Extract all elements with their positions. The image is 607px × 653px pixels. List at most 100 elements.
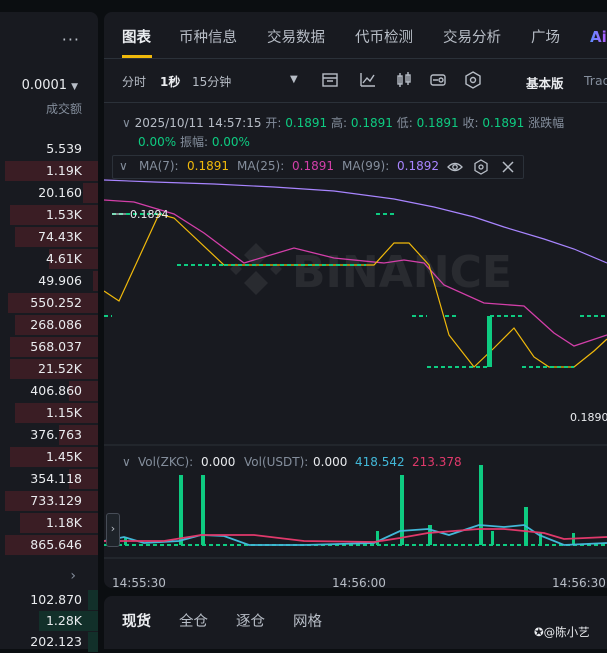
orderbook-row[interactable]: 202.123 [0, 631, 98, 653]
orderbook-amount: 4.61K [45, 251, 82, 266]
orderbook-row[interactable]: 74.43K [0, 226, 98, 248]
xaxis-label: 14:56:00 [332, 576, 386, 588]
tab-isolated[interactable]: 逐仓 [236, 610, 265, 631]
orderbook-amount: 1.15K [45, 405, 82, 420]
orderbook-row[interactable]: 4.61K [0, 248, 98, 270]
depth-bar [88, 590, 98, 610]
orderbook-row[interactable]: 268.086 [0, 314, 98, 336]
tab-spot[interactable]: 现货 [122, 610, 151, 631]
change-label: 涨跌幅 [528, 116, 565, 130]
orderbook-amount: 406.860 [30, 383, 82, 398]
orderbook-amount: 1.45K [45, 449, 82, 464]
orderbook-amount: 354.118 [30, 471, 82, 486]
close-label: 收: [462, 116, 479, 130]
orderbook-panel: ··· 0.0001 ▼ 成交额 5.539 1.19K 20.160 1.53K 74.… [0, 12, 98, 652]
timeframe-1s[interactable]: 1秒 [160, 73, 180, 90]
orderbook-column-header: 成交额 [45, 102, 82, 116]
chart-panel: 图表 币种信息 交易数据 代币检测 交易分析 广场 Ai 分时 1秒 15分钟 … [104, 12, 607, 588]
indicator-icon[interactable] [320, 70, 340, 90]
orderbook-row[interactable]: 354.118 [0, 468, 98, 490]
orderbook-amount: 268.086 [30, 317, 82, 332]
orderbook-row[interactable]: 1.15K [0, 402, 98, 424]
settings-icon[interactable] [428, 70, 448, 90]
tab-cross[interactable]: 全仓 [179, 610, 208, 631]
orderbook-row[interactable]: 102.870 [0, 589, 98, 611]
tradingview-toggle[interactable]: Trad [584, 73, 607, 88]
tab-grid[interactable]: 网格 [293, 610, 322, 631]
ma7-value: 0.1891 [187, 159, 229, 173]
orderbook-amount: 1.28K [45, 613, 82, 628]
hex-icon[interactable] [463, 70, 483, 90]
orderbook-row[interactable]: 865.646 [0, 534, 98, 556]
settings-icon[interactable] [473, 159, 489, 175]
vol-ma2-value: 213.378 [412, 455, 462, 469]
orderbook-row[interactable]: 49.906 [0, 270, 98, 292]
orderbook-amount: 74.43K [38, 229, 82, 244]
orderbook-amount: 376.763 [30, 427, 82, 442]
orderbook-row[interactable]: 1.28K [0, 610, 98, 632]
tab-trade-data[interactable]: 交易数据 [267, 26, 325, 47]
timeframe-15m[interactable]: 15分钟 [192, 73, 231, 90]
ma7-label: MA(7): [139, 159, 179, 173]
collapse-caret-icon[interactable]: ∨ [119, 159, 128, 173]
tab-coin-info[interactable]: 币种信息 [179, 26, 237, 47]
basic-view-toggle[interactable]: 基本版 [526, 73, 564, 92]
orderbook-row[interactable]: 1.53K [0, 204, 98, 226]
orderbook-row[interactable]: 1.45K [0, 446, 98, 468]
tab-chart[interactable]: 图表 [122, 26, 151, 47]
close-icon[interactable] [500, 159, 516, 175]
chevron-right-icon[interactable]: › [70, 568, 76, 584]
close-value: 0.1891 [482, 116, 525, 130]
more-options-icon[interactable]: ··· [62, 30, 80, 49]
eye-icon[interactable] [447, 159, 463, 175]
line-chart-icon[interactable] [358, 70, 378, 90]
xaxis-label: 14:56:30 [552, 576, 606, 588]
timeframe-dropdown-icon[interactable]: ▼ [290, 74, 298, 85]
tab-square[interactable]: 广场 [531, 26, 560, 47]
ma-legend: ∨ MA(7): 0.1891 MA(25): 0.1891 MA(99): 0… [112, 155, 524, 179]
low-label: 低: [396, 116, 413, 130]
price-chart[interactable]: BINANCE 0.1894 0.1890 ∨ 2025/10/11 14:57… [104, 103, 607, 588]
tab-ai[interactable]: Ai [590, 28, 607, 46]
chart-toolbar: 分时 1秒 15分钟 ▼ 基本版 Trad [104, 58, 607, 103]
caret-down-icon: ▼ [71, 82, 78, 92]
volume-bars [109, 465, 575, 545]
depth-bar [88, 632, 98, 652]
orderbook-row[interactable]: 733.129 [0, 490, 98, 512]
candle-icon[interactable] [394, 70, 414, 90]
collapse-caret-icon[interactable]: ∨ [122, 116, 131, 130]
open-value: 0.1891 [285, 116, 328, 130]
tab-token-check[interactable]: 代币检测 [355, 26, 413, 47]
vol-ma1-value: 418.542 [355, 455, 405, 469]
orderbook-row[interactable]: 568.037 [0, 336, 98, 358]
precision-select[interactable]: 0.0001 ▼ [22, 78, 78, 93]
orderbook-amount: 1.53K [45, 207, 82, 222]
orderbook-row[interactable]: 1.18K [0, 512, 98, 534]
orderbook-row[interactable]: 550.252 [0, 292, 98, 314]
watermark-text: BINANCE [292, 247, 512, 298]
orderbook-row[interactable]: 1.19K [0, 160, 98, 182]
timeframe-line[interactable]: 分时 [122, 73, 146, 90]
chart-expand-handle[interactable]: › [106, 513, 120, 547]
high-value: 0.1891 [350, 116, 393, 130]
ma25-label: MA(25): [237, 159, 285, 173]
depth-bar [93, 271, 98, 291]
orderbook-amount: 1.19K [45, 163, 82, 178]
orderbook-amount: 550.252 [30, 295, 82, 310]
amp-value: 0.00% [211, 135, 250, 149]
orderbook-row[interactable]: 20.160 [0, 182, 98, 204]
vol-usdt-label: Vol(USDT): [244, 455, 309, 469]
tab-trade-analysis[interactable]: 交易分析 [443, 26, 501, 47]
orderbook-amount: 5.539 [46, 141, 82, 156]
ohlc-info-line2: 0.00% 振幅: 0.00% [138, 133, 250, 150]
orderbook-amount: 568.037 [30, 339, 82, 354]
vol-zkc-label: Vol(ZKC): [138, 455, 194, 469]
orderbook-row[interactable]: 5.539 [0, 138, 98, 160]
orderbook-amount: 1.18K [45, 515, 82, 530]
collapse-caret-icon[interactable]: ∨ [122, 455, 131, 469]
orderbook-row[interactable]: 21.52K [0, 358, 98, 380]
orderbook-row[interactable]: 406.860 [0, 380, 98, 402]
orderbook-row[interactable]: 376.763 [0, 424, 98, 446]
orderbook-amount: 20.160 [38, 185, 82, 200]
orderbook-amount: 49.906 [38, 273, 82, 288]
